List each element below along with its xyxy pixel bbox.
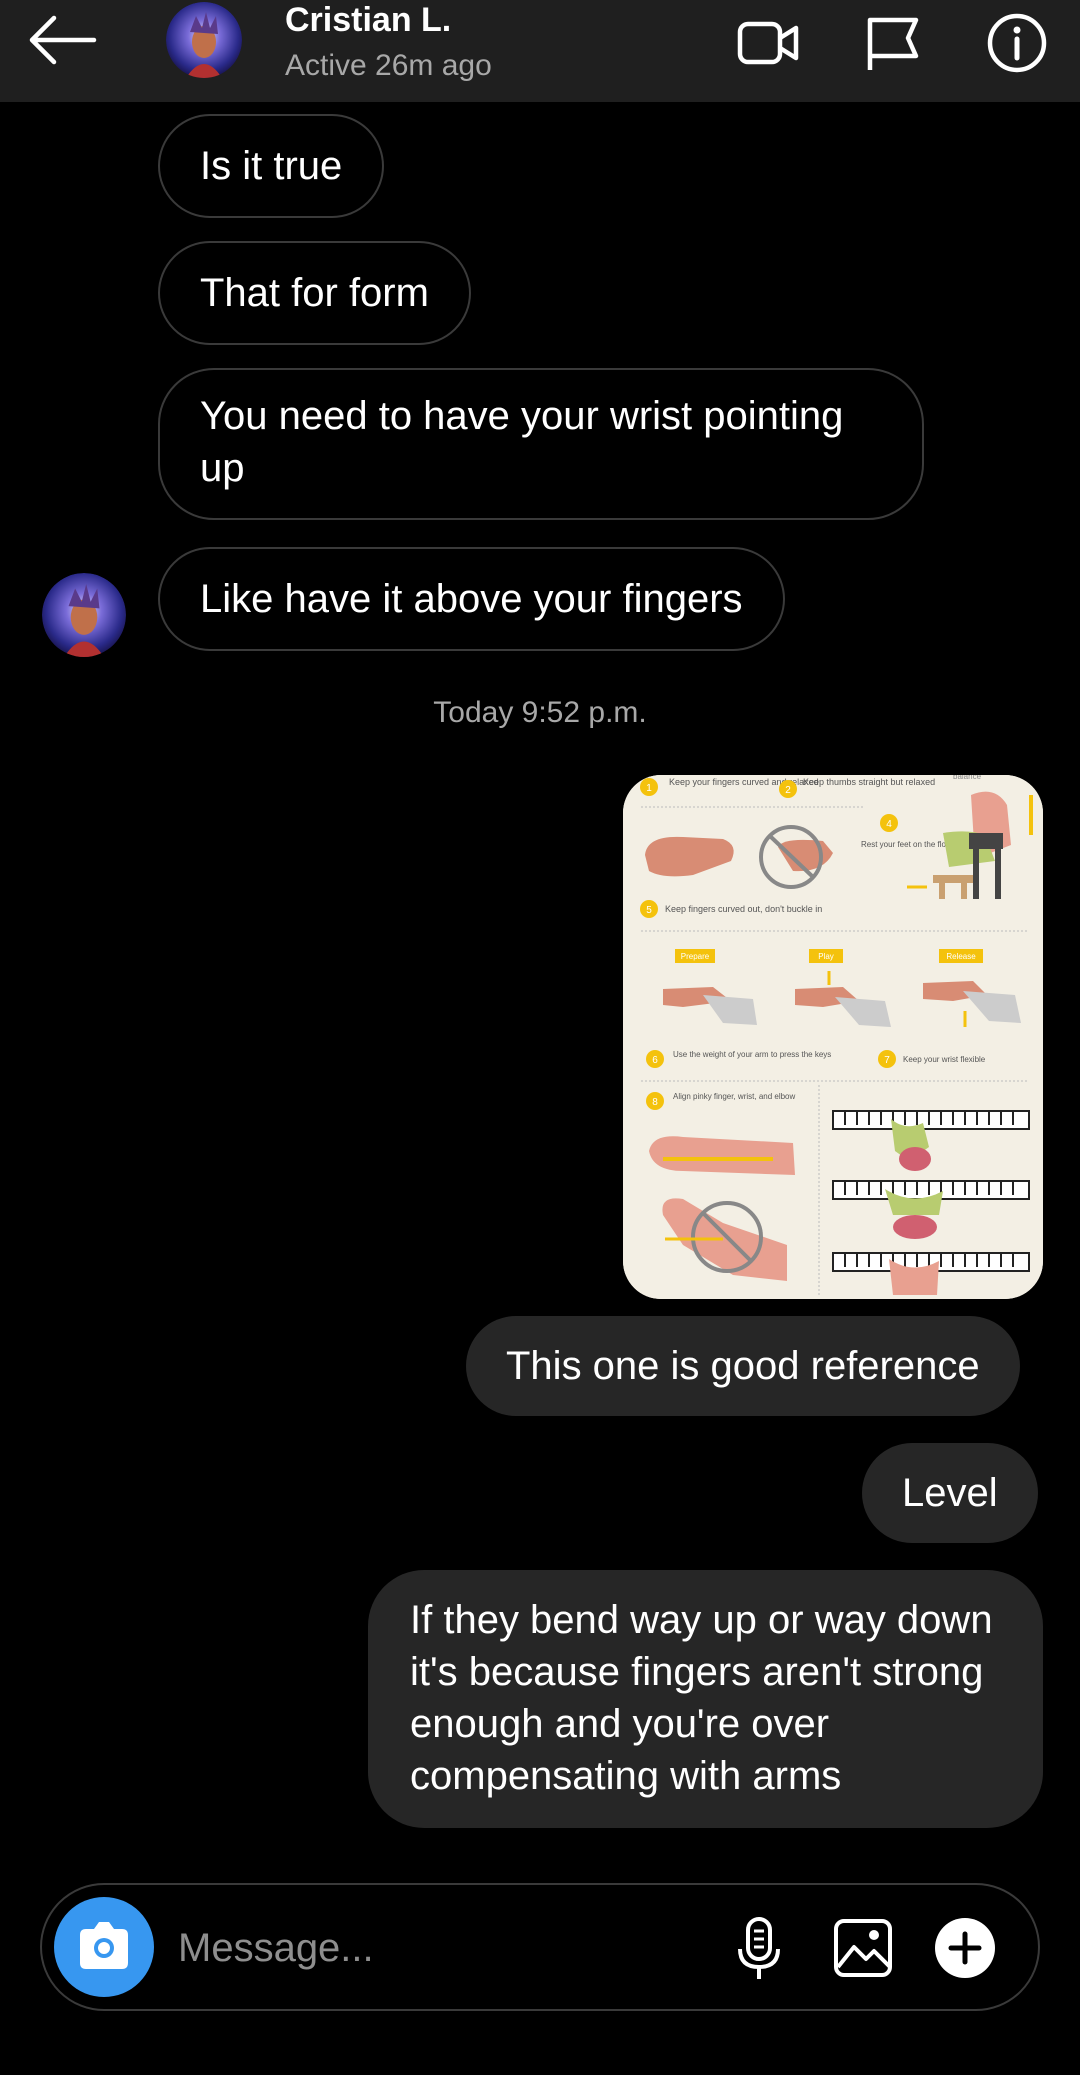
message-text: Level xyxy=(902,1471,998,1515)
step-number: 5 xyxy=(646,905,652,916)
step-number: 4 xyxy=(886,819,892,830)
shared-image-message[interactable]: 1 Keep your fingers curved and relaxed 2… xyxy=(623,775,1043,1299)
message-text: This one is good reference xyxy=(506,1344,980,1388)
microphone-icon xyxy=(738,1917,780,1979)
report-button[interactable] xyxy=(860,10,926,76)
diagram-caption: balance xyxy=(953,775,982,781)
message-text: You need to have your wrist pointing up xyxy=(200,394,844,490)
more-options-button[interactable] xyxy=(932,1915,998,1981)
flag-icon xyxy=(867,17,919,70)
video-call-button[interactable] xyxy=(736,10,802,76)
image-icon xyxy=(834,1919,892,1977)
step-number: 1 xyxy=(646,783,652,794)
plus-circle-icon xyxy=(935,1918,995,1978)
outgoing-message[interactable]: Level xyxy=(862,1443,1038,1543)
camera-button[interactable] xyxy=(54,1897,154,1997)
info-icon xyxy=(987,13,1047,73)
diagram-caption: Play xyxy=(818,952,834,961)
message-timestamp: Today 9:52 p.m. xyxy=(433,696,647,729)
camera-icon xyxy=(80,1922,128,1969)
gallery-button[interactable] xyxy=(830,1915,896,1981)
back-button[interactable] xyxy=(24,10,104,70)
diagram-caption: Prepare xyxy=(681,952,710,961)
message-text: Is it true xyxy=(200,144,343,188)
chat-header: Cristian L. Active 26m ago xyxy=(0,0,1080,102)
outgoing-message[interactable]: This one is good reference xyxy=(466,1316,1020,1416)
step-number: 8 xyxy=(652,1097,658,1108)
step-number: 7 xyxy=(884,1055,890,1066)
video-camera-icon xyxy=(737,21,799,65)
info-button[interactable] xyxy=(984,10,1050,76)
active-status: Active 26m ago xyxy=(285,49,492,82)
step-number: 6 xyxy=(652,1055,658,1066)
message-text: Like have it above your fingers xyxy=(200,577,743,621)
diagram-caption: Release xyxy=(946,952,976,961)
message-composer xyxy=(40,1883,1040,2011)
diagram-caption: Keep your wrist flexible xyxy=(903,1055,986,1064)
diagram-caption: Use the weight of your arm to press the … xyxy=(673,1050,831,1059)
diagram-caption: Keep thumbs straight but relaxed xyxy=(803,777,935,787)
contact-avatar[interactable] xyxy=(166,2,242,78)
message-input[interactable] xyxy=(176,1915,740,1981)
sender-avatar[interactable] xyxy=(42,573,126,657)
voice-message-button[interactable] xyxy=(726,1915,792,1981)
incoming-message[interactable]: You need to have your wrist pointing up xyxy=(158,368,924,520)
incoming-message[interactable]: That for form xyxy=(158,241,471,345)
diagram-caption: Keep fingers curved out, don't buckle in xyxy=(665,904,822,914)
arrow-left-icon xyxy=(29,15,97,65)
message-text: That for form xyxy=(200,271,429,315)
outgoing-message[interactable]: If they bend way up or way down it's bec… xyxy=(368,1570,1043,1828)
step-number: 2 xyxy=(785,785,791,796)
message-text: If they bend way up or way down it's bec… xyxy=(410,1598,993,1798)
contact-name[interactable]: Cristian L. xyxy=(285,0,451,40)
incoming-message[interactable]: Is it true xyxy=(158,114,385,218)
diagram-caption: Align pinky finger, wrist, and elbow xyxy=(673,1092,796,1101)
incoming-message[interactable]: Like have it above your fingers xyxy=(158,547,785,651)
